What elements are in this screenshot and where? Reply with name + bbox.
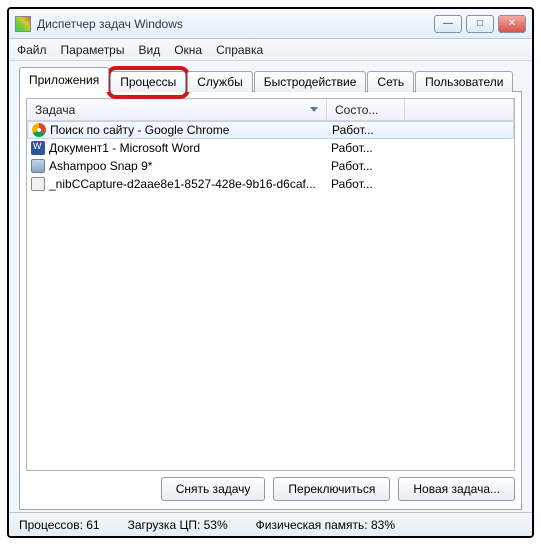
task-name: _nibCCapture-d2aae8e1-8527-428e-9b16-d6c… — [49, 177, 316, 191]
status-processes: Процессов: 61 — [19, 518, 100, 532]
window-title: Диспетчер задач Windows — [37, 17, 434, 31]
column-label: Состо... — [335, 103, 378, 117]
menu-options[interactable]: Параметры — [61, 43, 125, 57]
list-body: Поиск по сайту - Google ChromeРабот...До… — [27, 121, 514, 470]
menu-file[interactable]: Файл — [17, 43, 47, 57]
window-frame: Диспетчер задач Windows — □ ✕ Файл Парам… — [7, 7, 534, 538]
action-buttons: Снять задачу Переключиться Новая задача.… — [26, 471, 515, 501]
task-cell: Ashampoo Snap 9* — [27, 159, 327, 173]
tab-network[interactable]: Сеть — [367, 71, 414, 92]
status-cell: Работ... — [327, 159, 405, 173]
close-button[interactable]: ✕ — [498, 15, 526, 33]
table-row[interactable]: Ashampoo Snap 9* Работ... — [27, 157, 514, 175]
titlebar[interactable]: Диспетчер задач Windows — □ ✕ — [9, 9, 532, 39]
tab-label: Службы — [197, 75, 242, 89]
task-cell: Документ1 - Microsoft Word — [27, 141, 327, 155]
status-cell: Работ... — [328, 123, 406, 137]
task-name: Поиск по сайту - Google Chrome — [50, 123, 229, 137]
tab-users[interactable]: Пользователи — [415, 71, 513, 92]
tab-panel-applications: Задача Состо... Поиск по сайту - Google … — [19, 91, 522, 510]
word-icon — [31, 141, 45, 155]
table-row[interactable]: Поиск по сайту - Google Chrome Работ... — [27, 121, 514, 139]
app-icon — [15, 16, 31, 32]
status-cpu: Загрузка ЦП: 53% — [128, 518, 228, 532]
tab-label: Пользователи — [425, 75, 503, 89]
task-cell: _nibCCapture-d2aae8e1-8527-428e-9b16-d6c… — [27, 177, 327, 191]
column-spacer — [405, 99, 514, 120]
tab-performance[interactable]: Быстродействие — [254, 71, 367, 92]
menubar: Файл Параметры Вид Окна Справка — [9, 39, 532, 61]
column-task[interactable]: Задача — [27, 99, 327, 120]
table-row[interactable]: _nibCCapture-d2aae8e1-8527-428e-9b16-d6c… — [27, 175, 514, 193]
end-task-button[interactable]: Снять задачу — [161, 477, 266, 501]
tab-label: Процессы — [120, 75, 176, 89]
tab-label: Приложения — [29, 73, 99, 87]
snap-icon — [31, 159, 45, 173]
menu-windows[interactable]: Окна — [174, 43, 202, 57]
menu-view[interactable]: Вид — [138, 43, 160, 57]
tab-services[interactable]: Службы — [187, 71, 252, 92]
switch-to-button[interactable]: Переключиться — [273, 477, 390, 501]
table-row[interactable]: Документ1 - Microsoft Word Работ... — [27, 139, 514, 157]
maximize-button[interactable]: □ — [466, 15, 494, 33]
task-name: Документ1 - Microsoft Word — [49, 141, 200, 155]
capture-icon — [31, 177, 45, 191]
applications-list[interactable]: Задача Состо... Поиск по сайту - Google … — [26, 98, 515, 471]
content-area: Приложения Процессы Службы Быстродействи… — [9, 61, 532, 512]
tab-processes[interactable]: Процессы — [110, 71, 186, 92]
tab-strip: Приложения Процессы Службы Быстродействи… — [19, 67, 522, 92]
task-cell: Поиск по сайту - Google Chrome — [28, 123, 328, 137]
task-name: Ashampoo Snap 9* — [49, 159, 152, 173]
new-task-button[interactable]: Новая задача... — [398, 477, 515, 501]
column-label: Задача — [35, 103, 75, 117]
column-headers: Задача Состо... — [27, 99, 514, 121]
tab-applications[interactable]: Приложения — [19, 67, 109, 92]
column-status[interactable]: Состо... — [327, 99, 405, 120]
tab-label: Сеть — [377, 75, 404, 89]
tab-label: Быстродействие — [264, 75, 357, 89]
status-cell: Работ... — [327, 141, 405, 155]
status-memory: Физическая память: 83% — [256, 518, 395, 532]
chrome-icon — [32, 123, 46, 137]
status-cell: Работ... — [327, 177, 405, 191]
minimize-button[interactable]: — — [434, 15, 462, 33]
sort-indicator-icon — [310, 107, 318, 112]
menu-help[interactable]: Справка — [216, 43, 263, 57]
statusbar: Процессов: 61 Загрузка ЦП: 53% Физическа… — [9, 512, 532, 536]
